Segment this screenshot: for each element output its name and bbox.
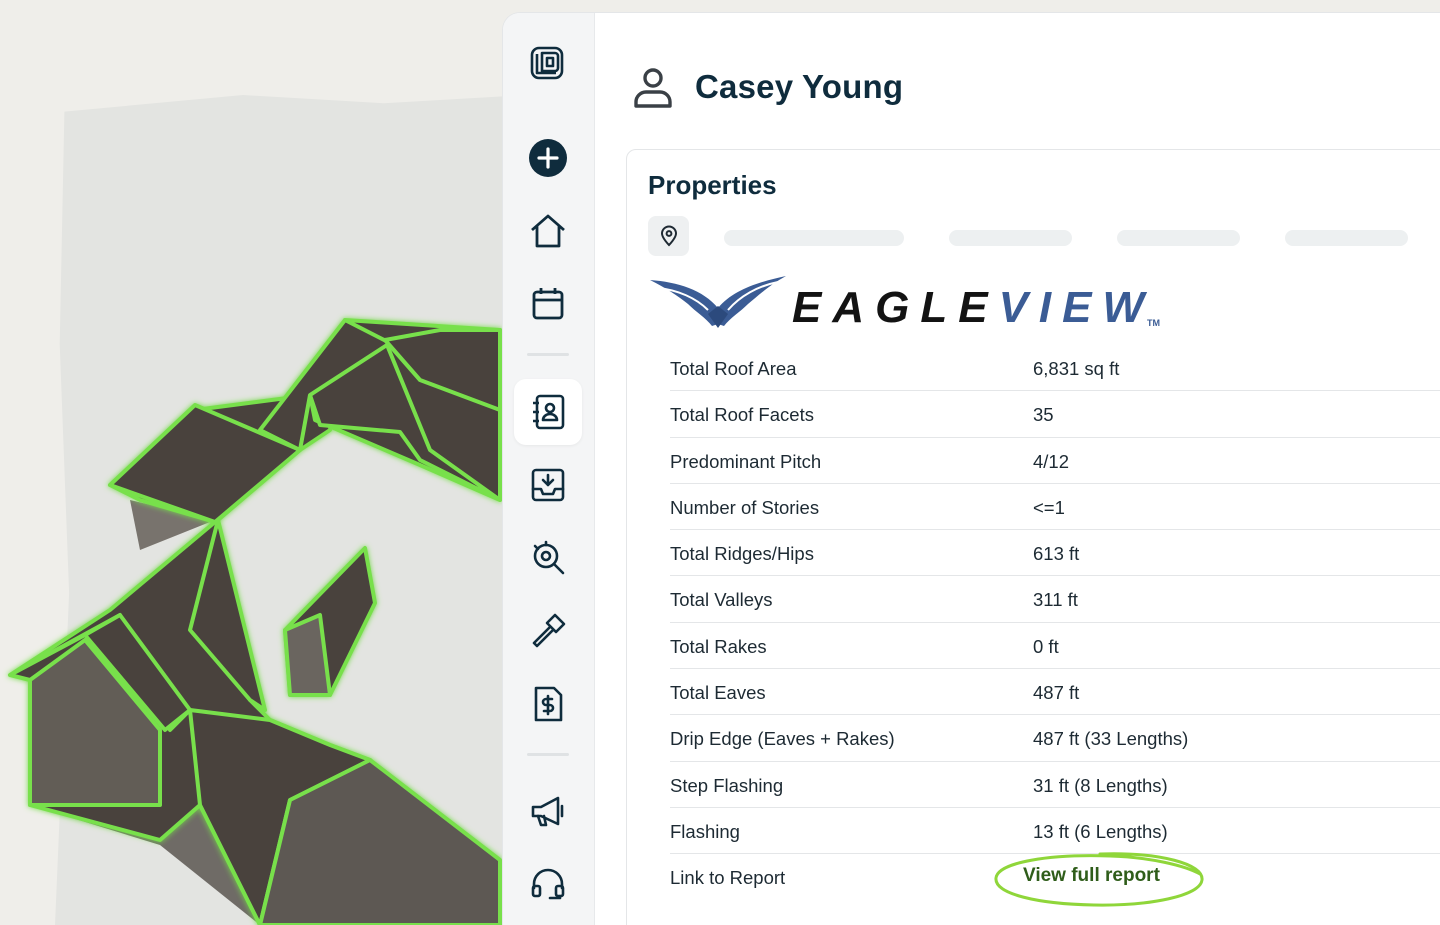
- background-illustration: [0, 0, 520, 925]
- sidebar-divider: [527, 753, 569, 756]
- row-label: Total Valleys: [670, 589, 773, 611]
- card-title: Properties: [648, 170, 777, 200]
- dollar-document-icon[interactable]: [514, 671, 582, 737]
- row-value: 0 ft: [1033, 635, 1059, 657]
- row-value: 6,831 sq ft: [1033, 358, 1120, 379]
- person-icon: [634, 68, 672, 108]
- table-row: Total Roof Area 6,831 sq ft: [670, 345, 1440, 392]
- contact-header: Casey Young: [631, 65, 903, 109]
- table-row: Total Roof Facets 35: [670, 391, 1440, 438]
- table-row-report: Link to Report View full report: [670, 852, 1440, 907]
- row-label: Flashing: [670, 820, 740, 842]
- table-row: Total Ridges/Hips 613 ft: [670, 530, 1440, 577]
- table-row: Flashing 13 ft (6 Lengths): [670, 808, 1440, 855]
- search-gear-icon[interactable]: [514, 525, 582, 591]
- app-window: Casey Young Properties EAGLEVIEW TM Tota…: [502, 12, 1440, 925]
- logo-wordmark: EAGLEVIEW: [792, 283, 1156, 332]
- view-full-report-link[interactable]: View full report: [1023, 863, 1160, 889]
- sidebar-divider: [527, 353, 569, 356]
- row-label: Predominant Pitch: [670, 450, 822, 472]
- row-value: 311 ft: [1033, 589, 1078, 611]
- calendar-icon[interactable]: [514, 271, 582, 337]
- main-content: Casey Young Properties EAGLEVIEW TM Tota…: [595, 13, 1440, 925]
- loading-placeholder: [724, 230, 904, 246]
- eagle-wing-icon: [650, 276, 786, 328]
- map-pin-button[interactable]: [648, 216, 689, 256]
- contact-book-icon[interactable]: [514, 379, 582, 445]
- table-row: Step Flashing 31 ft (8 Lengths): [670, 762, 1440, 808]
- row-label: Drip Edge (Eaves + Rakes): [670, 728, 895, 750]
- row-value: <=1: [1033, 496, 1065, 518]
- table-row: Number of Stories <=1: [670, 484, 1440, 531]
- home-icon[interactable]: [514, 198, 582, 264]
- eagleview-logo: EAGLEVIEW TM: [648, 270, 1160, 330]
- table-row: Predominant Pitch 4/12: [670, 438, 1440, 484]
- table-row: Total Valleys 311 ft: [670, 576, 1440, 623]
- roof-outline-illustration: [8, 318, 502, 925]
- app-logo-icon[interactable]: [514, 29, 582, 95]
- row-label: Total Eaves: [670, 682, 766, 704]
- row-value: 13 ft (6 Lengths): [1033, 820, 1168, 842]
- row-label: Step Flashing: [670, 774, 784, 796]
- row-label: Link to Report: [670, 867, 786, 889]
- property-details-table: Total Roof Area 6,831 sq ft Total Roof Fac…: [670, 345, 1440, 907]
- row-label: Total Roof Facets: [670, 404, 814, 426]
- trademark-symbol: TM: [1147, 318, 1161, 328]
- table-row: Total Rakes 0 ft: [670, 623, 1440, 670]
- row-label: Total Ridges/Hips: [670, 543, 814, 565]
- properties-card: Properties EAGLEVIEW TM Total Roof Area …: [626, 149, 1440, 925]
- page-title: Casey Young: [695, 68, 904, 105]
- table-row: Drip Edge (Eaves + Rakes) 487 ft (33 Leng…: [670, 715, 1440, 762]
- loading-placeholder: [949, 230, 1072, 246]
- megaphone-icon[interactable]: [514, 779, 582, 845]
- headset-icon[interactable]: [514, 851, 582, 917]
- row-label: Total Roof Area: [670, 358, 797, 379]
- row-value: 31 ft (8 Lengths): [1033, 774, 1168, 796]
- plus-circle-icon[interactable]: [514, 125, 582, 191]
- sidebar: [503, 13, 595, 925]
- row-value: 4/12: [1033, 450, 1070, 472]
- table-row: Total Eaves 487 ft: [670, 669, 1440, 716]
- map-pin-icon: [660, 225, 677, 247]
- row-value: 613 ft: [1033, 543, 1080, 565]
- loading-placeholder: [1117, 230, 1240, 246]
- row-label: Total Rakes: [670, 635, 767, 657]
- row-value: 487 ft (33 Lengths): [1033, 728, 1189, 750]
- inbox-download-icon[interactable]: [514, 452, 582, 518]
- row-value: 487 ft: [1033, 682, 1080, 704]
- hammer-icon[interactable]: [514, 598, 582, 664]
- row-label: Number of Stories: [670, 496, 820, 518]
- row-value: 35: [1033, 404, 1054, 426]
- loading-placeholder: [1285, 230, 1408, 246]
